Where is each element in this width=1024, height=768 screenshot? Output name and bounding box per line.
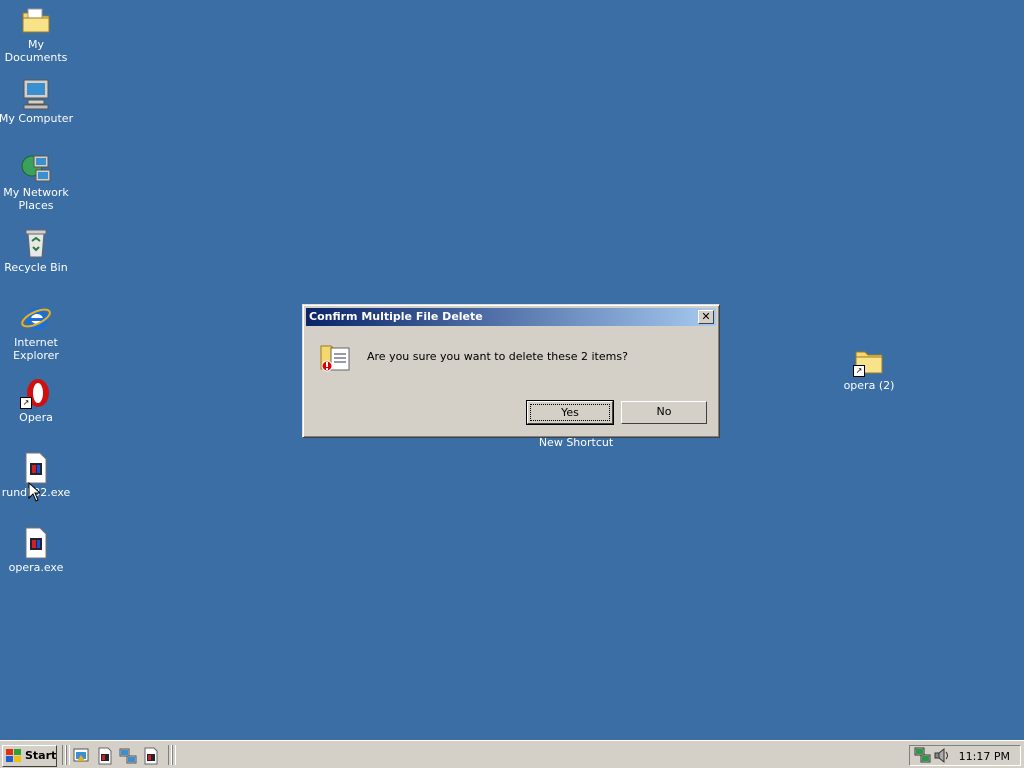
close-button[interactable]: ✕ — [698, 310, 714, 324]
taskbar-separator — [66, 745, 70, 765]
mouse-cursor-icon — [28, 482, 40, 502]
confirm-delete-dialog: Confirm Multiple File Delete ✕ Are you s… — [302, 304, 720, 438]
clock[interactable]: 11:17 PM — [959, 750, 1010, 763]
desktop-icon-label: My Documents — [4, 38, 68, 64]
desktop-icon-opera-2[interactable]: ↗ opera (2) — [831, 345, 907, 392]
no-button-label: No — [656, 405, 672, 418]
start-label: Start — [25, 749, 57, 762]
folder-icon: ↗ — [853, 345, 885, 377]
volume-icon[interactable] — [934, 747, 950, 764]
yes-button[interactable]: Yes — [526, 400, 614, 425]
taskbar-separator — [172, 745, 176, 765]
quick-launch-app-icon[interactable] — [96, 747, 114, 765]
show-desktop-icon[interactable] — [72, 747, 90, 765]
desktop-icon-label: My Network Places — [3, 186, 69, 212]
quick-launch-network-icon[interactable] — [119, 747, 137, 765]
internet-explorer-icon — [20, 302, 52, 334]
yes-button-label: Yes — [530, 404, 610, 421]
system-tray: 11:17 PM — [909, 745, 1021, 766]
network-icon — [20, 152, 52, 184]
opera-icon: ↗ — [20, 377, 52, 409]
desktop-icon-label: opera.exe — [8, 561, 64, 574]
desktop-icon-label: Recycle Bin — [4, 261, 68, 274]
dialog-titlebar[interactable]: Confirm Multiple File Delete ✕ — [306, 308, 716, 326]
dialog-message: Are you sure you want to delete these 2 … — [367, 350, 628, 363]
shortcut-arrow-icon: ↗ — [853, 365, 865, 377]
start-button[interactable]: Start — [2, 745, 57, 767]
computer-icon — [20, 78, 52, 110]
desktop-icon-internet-explorer[interactable]: Internet Explorer — [0, 302, 74, 362]
desktop-icon-recycle-bin[interactable]: Recycle Bin — [0, 227, 74, 274]
quick-launch-exe-icon[interactable] — [142, 747, 160, 765]
taskbar: Start 11:17 PM — [0, 740, 1024, 768]
desktop-icon-opera[interactable]: ↗ Opera — [0, 377, 74, 424]
network-connection-icon[interactable] — [914, 747, 932, 764]
shortcut-arrow-icon: ↗ — [20, 397, 32, 409]
desktop-icon-label: Internet Explorer — [13, 336, 59, 362]
desktop-icon-label: Opera — [19, 411, 53, 424]
no-button[interactable]: No — [621, 401, 707, 424]
desktop-icon-my-network-places[interactable]: My Network Places — [0, 152, 74, 212]
executable-icon — [20, 452, 52, 484]
executable-icon — [20, 527, 52, 559]
delete-files-icon — [319, 340, 353, 374]
desktop-icon-my-computer[interactable]: My Computer — [0, 78, 74, 125]
desktop-icon-opera-exe[interactable]: opera.exe — [0, 527, 74, 574]
folder-documents-icon — [20, 4, 52, 36]
dialog-title: Confirm Multiple File Delete — [309, 310, 483, 323]
desktop-icon-label: My Computer — [0, 112, 74, 125]
desktop-icon-label: opera (2) — [843, 379, 895, 392]
windows-logo-icon — [6, 749, 21, 762]
desktop-icon-my-documents[interactable]: My Documents — [0, 4, 74, 64]
recycle-bin-icon — [20, 227, 52, 259]
